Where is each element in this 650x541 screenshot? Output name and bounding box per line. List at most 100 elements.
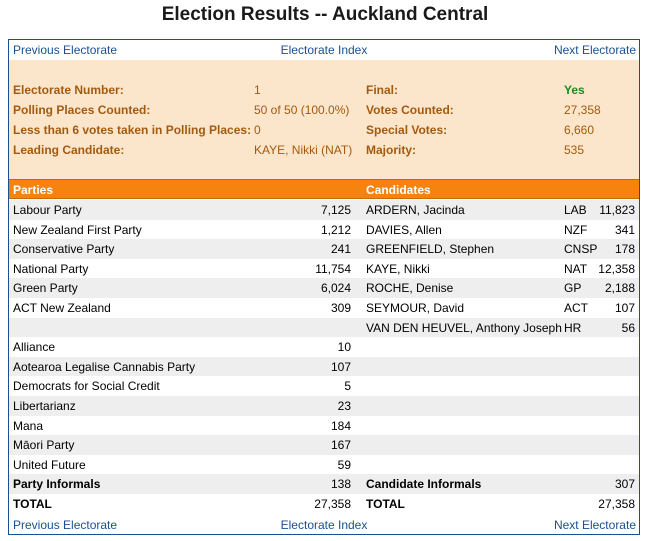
party-votes: 23 <box>337 399 351 413</box>
results-panel: Previous Electorate Electorate Index Nex… <box>8 39 640 535</box>
summary-row-2: Polling Places Counted: 50 of 50 (100.0%… <box>9 100 639 120</box>
table-row: New Zealand First Party 1,212 DAVIES, Alle… <box>9 220 639 240</box>
table-row: Māori Party 167 <box>9 435 639 455</box>
electorate-number-value: 1 <box>254 83 261 97</box>
informals-row: Party Informals 138 Candidate Informals 307 <box>9 474 639 494</box>
party-name: National Party <box>13 261 89 276</box>
nav-bar-top: Previous Electorate Electorate Index Nex… <box>9 40 639 60</box>
next-electorate-link[interactable]: Next Electorate <box>554 43 636 57</box>
results-table-header: Parties Candidates <box>9 179 639 199</box>
party-total-label: TOTAL <box>13 497 52 511</box>
party-name: Aotearoa Legalise Cannabis Party <box>13 359 196 374</box>
candidate-party: LAB <box>564 203 587 217</box>
candidate-party: CNSP <box>564 242 598 257</box>
candidate-total-label: TOTAL <box>366 497 405 511</box>
next-electorate-link[interactable]: Next Electorate <box>554 518 636 532</box>
table-row: Alliance 10 <box>9 337 639 357</box>
party-votes: 6,024 <box>320 281 351 296</box>
party-total-value: 27,358 <box>314 497 351 511</box>
candidate-votes: 11,823 <box>599 203 635 217</box>
party-name: Conservative Party <box>13 242 115 257</box>
party-votes: 167 <box>330 438 351 453</box>
candidate-name: VAN DEN HEUVEL, Anthony Joseph <box>366 320 562 335</box>
less-than-value: 0 <box>254 123 261 137</box>
candidate-name: KAYE, Nikki <box>366 261 430 276</box>
party-votes: 59 <box>337 457 351 472</box>
party-votes: 1,212 <box>320 222 351 237</box>
party-votes: 7,125 <box>320 203 351 217</box>
table-row: ACT New Zealand 309 SEYMOUR, David ACT 107 <box>9 298 639 318</box>
party-votes: 107 <box>330 359 351 374</box>
party-name: Green Party <box>13 281 78 296</box>
final-value: Yes <box>564 83 585 97</box>
candidate-votes: 12,358 <box>598 261 635 276</box>
party-name: New Zealand First Party <box>13 222 142 237</box>
party-informals-label: Party Informals <box>13 477 101 492</box>
table-row: Libertarianz 23 <box>9 396 639 416</box>
table-row: VAN DEN HEUVEL, Anthony Joseph HR 56 <box>9 317 639 338</box>
candidate-name: DAVIES, Allen <box>366 222 442 237</box>
votes-counted-label: Votes Counted: <box>366 103 454 117</box>
table-row: United Future 59 <box>9 455 639 475</box>
summary-row-4: Leading Candidate: KAYE, Nikki (NAT) Maj… <box>9 140 639 160</box>
page-title: Election Results -- Auckland Central <box>161 4 489 25</box>
table-row: Labour Party 7,125 ARDERN, Jacinda LAB 11,82… <box>9 200 639 220</box>
candidate-party: HR <box>564 320 582 335</box>
leading-candidate-label: Leading Candidate: <box>13 143 125 157</box>
party-name: Mana <box>13 418 44 433</box>
table-row: Mana 184 <box>9 416 639 436</box>
table-row: Aotearoa Legalise Cannabis Party 107 <box>9 356 639 377</box>
table-row: Democrats for Social Credit 5 <box>9 376 639 396</box>
party-informals-value: 138 <box>330 477 351 492</box>
table-row: National Party 11,754 KAYE, Nikki NAT 12,358 <box>9 259 639 279</box>
nav-bar-bottom: Previous Electorate Electorate Index Nex… <box>9 515 639 535</box>
majority-label: Majority: <box>366 143 417 157</box>
candidate-votes: 2,188 <box>604 281 635 296</box>
candidate-party: ACT <box>564 301 588 315</box>
party-votes: 184 <box>330 418 351 433</box>
party-votes: 309 <box>330 301 351 315</box>
candidate-party: NAT <box>564 261 588 276</box>
total-row: TOTAL 27,358 TOTAL 27,358 <box>9 494 639 514</box>
electorate-index-link[interactable]: Electorate Index <box>9 518 639 532</box>
majority-value: 535 <box>564 143 585 157</box>
candidate-informals-value: 307 <box>614 477 635 492</box>
candidate-votes: 178 <box>614 242 635 257</box>
special-votes-label: Special Votes: <box>366 123 448 137</box>
party-name: Libertarianz <box>13 399 76 413</box>
leading-candidate-value: KAYE, Nikki (NAT) <box>254 143 353 157</box>
candidate-votes: 341 <box>614 222 635 237</box>
table-row: Conservative Party 241 GREENFIELD, Stephen… <box>9 239 639 259</box>
votes-counted-value: 27,358 <box>564 103 601 117</box>
candidate-votes: 107 <box>614 301 635 315</box>
party-name: Māori Party <box>13 438 75 453</box>
electorate-index-link[interactable]: Electorate Index <box>9 43 639 57</box>
less-than-label: Less than 6 votes taken in Polling Place… <box>13 123 252 137</box>
party-votes: 10 <box>337 340 351 355</box>
party-votes: 5 <box>344 379 351 394</box>
candidate-party: GP <box>564 281 582 296</box>
candidates-header: Candidates <box>366 183 431 197</box>
candidate-name: SEYMOUR, David <box>366 301 465 315</box>
candidate-party: NZF <box>564 222 588 237</box>
party-name: Labour Party <box>13 203 82 217</box>
party-votes: 241 <box>330 242 351 257</box>
summary-box: Electorate Number: 1 Final: Yes Polling … <box>9 60 639 179</box>
candidate-informals-label: Candidate Informals <box>366 477 482 492</box>
parties-header: Parties <box>13 183 54 197</box>
party-name: Democrats for Social Credit <box>13 379 160 394</box>
party-name: ACT New Zealand <box>13 301 111 315</box>
summary-row-3: Less than 6 votes taken in Polling Place… <box>9 120 639 140</box>
special-votes-value: 6,660 <box>564 123 595 137</box>
candidate-votes: 56 <box>621 320 635 335</box>
candidate-name: ROCHE, Denise <box>366 281 454 296</box>
party-votes: 11,754 <box>315 261 351 276</box>
party-name: Alliance <box>13 340 56 355</box>
candidate-name: ARDERN, Jacinda <box>366 203 465 217</box>
polling-places-label: Polling Places Counted: <box>13 103 151 117</box>
electorate-number-label: Electorate Number: <box>13 83 124 97</box>
final-label: Final: <box>366 83 398 97</box>
summary-row-1: Electorate Number: 1 Final: Yes <box>9 80 639 100</box>
table-row: Green Party 6,024 ROCHE, Denise GP 2,188 <box>9 278 639 298</box>
candidate-name: GREENFIELD, Stephen <box>366 242 495 257</box>
